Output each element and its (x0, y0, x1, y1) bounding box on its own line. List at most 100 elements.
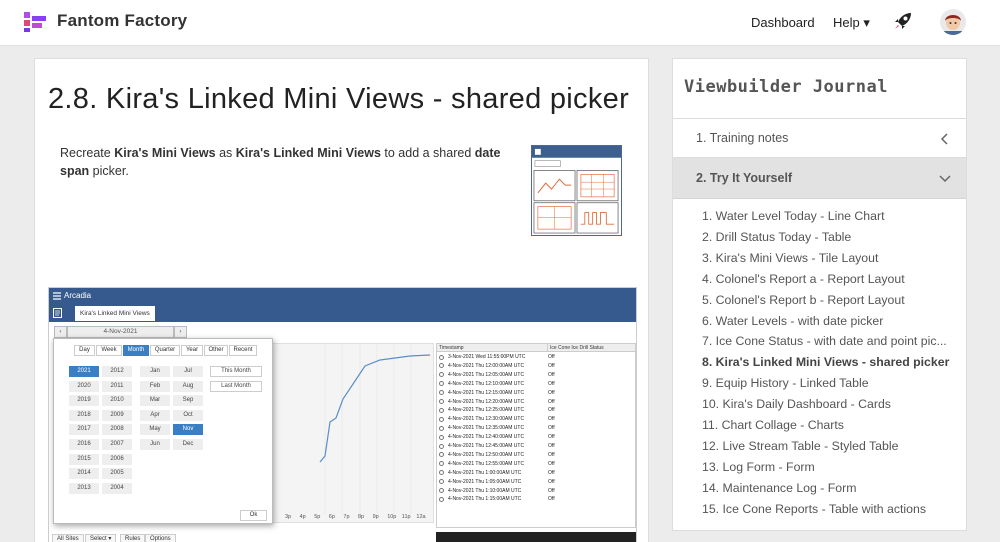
month-option-sep[interactable]: Sep (173, 395, 203, 407)
year-option-2004[interactable]: 2004 (102, 482, 132, 494)
sidebar-item-7[interactable]: 7. Ice Cone Status - with date and point… (702, 334, 964, 354)
view-tab[interactable]: Kira's Linked Mini Views (75, 306, 155, 321)
info-icon[interactable] (439, 470, 444, 476)
quick-pick-this-month[interactable]: This Month (210, 366, 262, 377)
info-icon[interactable] (439, 452, 444, 458)
nav-help-dropdown[interactable]: Help ▾ (833, 15, 870, 31)
month-option-jun[interactable]: Jun (140, 439, 170, 450)
table-row[interactable]: 4-Nov-2021 Thu 12:55:00AM UTC Off (437, 460, 635, 468)
ok-button[interactable]: Ok (240, 510, 267, 521)
menu-icon[interactable] (53, 292, 61, 300)
date-display[interactable]: 4-Nov-2021 (67, 326, 174, 338)
year-option-2014[interactable]: 2014 (69, 468, 99, 480)
info-icon[interactable] (439, 363, 444, 369)
table-row[interactable]: 4-Nov-2021 Thu 1:00:00AM UTC Off (437, 469, 635, 477)
year-option-2013[interactable]: 2013 (69, 482, 99, 494)
picker-tab-week[interactable]: Week (96, 345, 122, 356)
picker-tab-recent[interactable]: Recent (229, 345, 257, 356)
month-option-apr[interactable]: Apr (140, 409, 170, 421)
picker-tab-month[interactable]: Month (123, 345, 149, 356)
info-icon[interactable] (439, 372, 444, 378)
column-header-status[interactable]: Ice Cone Ice Drill Status (547, 344, 635, 352)
year-option-2020[interactable]: 2020 (69, 380, 99, 392)
app-name[interactable]: Arcadia (64, 291, 91, 300)
sidebar-item-5[interactable]: 5. Colonel's Report b - Report Layout (702, 293, 964, 313)
fantom-factory-logo-icon[interactable] (22, 10, 50, 34)
month-option-aug[interactable]: Aug (173, 380, 203, 392)
document-icon[interactable] (53, 308, 62, 318)
month-option-mar[interactable]: Mar (140, 395, 170, 407)
table-row[interactable]: 4-Nov-2021 Thu 12:00:00AM UTC Off (437, 362, 635, 370)
footer-button-2[interactable]: Rules (120, 534, 146, 542)
sidebar-item-1[interactable]: 1. Water Level Today - Line Chart (702, 209, 964, 229)
nav-dashboard-link[interactable]: Dashboard (751, 15, 815, 30)
year-option-2005[interactable]: 2005 (102, 468, 132, 480)
sidebar-item-3[interactable]: 3. Kira's Mini Views - Tile Layout (702, 251, 964, 271)
footer-button-1[interactable]: Select ▾ (85, 534, 117, 542)
brand-name[interactable]: Fantom Factory (57, 11, 187, 31)
year-option-2006[interactable]: 2006 (102, 453, 132, 465)
info-icon[interactable] (439, 425, 444, 431)
info-icon[interactable] (439, 354, 444, 360)
picker-tab-other[interactable]: Other (204, 345, 228, 356)
quick-pick-last-month[interactable]: Last Month (210, 380, 262, 392)
table-row[interactable]: 4-Nov-2021 Thu 12:45:00AM UTC Off (437, 442, 635, 450)
table-row[interactable]: 4-Nov-2021 Thu 12:30:00AM UTC Off (437, 415, 635, 423)
section-try-it-yourself[interactable]: 2. Try It Yourself (673, 158, 966, 199)
year-option-2016[interactable]: 2016 (69, 439, 99, 450)
sidebar-item-14[interactable]: 14. Maintenance Log - Form (702, 481, 964, 501)
table-row[interactable]: 3-Nov-2021 Wed 11:55:00PM UTC Off (437, 353, 635, 361)
info-icon[interactable] (439, 390, 444, 396)
table-row[interactable]: 4-Nov-2021 Thu 1:10:00AM UTC Off (437, 487, 635, 495)
year-option-2017[interactable]: 2017 (69, 424, 99, 436)
table-row[interactable]: 4-Nov-2021 Thu 1:15:00AM UTC Off (437, 495, 635, 503)
info-icon[interactable] (439, 434, 444, 440)
table-row[interactable]: 4-Nov-2021 Thu 12:15:00AM UTC Off (437, 389, 635, 397)
sidebar-item-11[interactable]: 11. Chart Collage - Charts (702, 418, 964, 438)
picker-tab-day[interactable]: Day (74, 345, 95, 356)
year-option-2011[interactable]: 2011 (102, 380, 132, 392)
info-icon[interactable] (439, 479, 444, 485)
sidebar-item-6[interactable]: 6. Water Levels - with date picker (702, 314, 964, 334)
info-icon[interactable] (439, 407, 444, 413)
table-row[interactable]: 4-Nov-2021 Thu 12:25:00AM UTC Off (437, 406, 635, 414)
picker-tab-year[interactable]: Year (181, 345, 203, 356)
user-avatar[interactable] (940, 9, 966, 35)
table-row[interactable]: 4-Nov-2021 Thu 12:20:00AM UTC Off (437, 398, 635, 406)
rocket-icon[interactable] (892, 10, 914, 32)
year-option-2015[interactable]: 2015 (69, 453, 99, 465)
year-option-2018[interactable]: 2018 (69, 409, 99, 421)
info-icon[interactable] (439, 443, 444, 449)
picker-tab-quarter[interactable]: Quarter (150, 345, 180, 356)
year-option-2007[interactable]: 2007 (102, 439, 132, 450)
table-row[interactable]: 4-Nov-2021 Thu 12:50:00AM UTC Off (437, 451, 635, 459)
sidebar-item-8[interactable]: 8. Kira's Linked Mini Views - shared pic… (702, 355, 964, 375)
sidebar-item-13[interactable]: 13. Log Form - Form (702, 460, 964, 480)
info-icon[interactable] (439, 496, 444, 502)
year-option-2019[interactable]: 2019 (69, 395, 99, 407)
info-icon[interactable] (439, 461, 444, 467)
table-row[interactable]: 4-Nov-2021 Thu 12:10:00AM UTC Off (437, 380, 635, 388)
month-option-jan[interactable]: Jan (140, 366, 170, 377)
month-option-feb[interactable]: Feb (140, 380, 170, 392)
footer-button-0[interactable]: All Sites (52, 534, 84, 542)
footer-button-3[interactable]: Options (145, 534, 176, 542)
year-option-2010[interactable]: 2010 (102, 395, 132, 407)
table-row[interactable]: 4-Nov-2021 Thu 12:35:00AM UTC Off (437, 424, 635, 432)
section-training-notes[interactable]: 1. Training notes (673, 118, 966, 158)
year-option-2021[interactable]: 2021 (69, 366, 99, 377)
year-option-2009[interactable]: 2009 (102, 409, 132, 421)
table-row[interactable]: 4-Nov-2021 Thu 12:40:00AM UTC Off (437, 433, 635, 441)
sidebar-item-2[interactable]: 2. Drill Status Today - Table (702, 230, 964, 250)
month-option-may[interactable]: May (140, 424, 170, 436)
table-row[interactable]: 4-Nov-2021 Thu 1:05:00AM UTC Off (437, 478, 635, 486)
month-option-nov[interactable]: Nov (173, 424, 203, 436)
prev-date-button[interactable]: ‹ (54, 326, 67, 338)
sidebar-item-12[interactable]: 12. Live Stream Table - Styled Table (702, 439, 964, 459)
sidebar-item-4[interactable]: 4. Colonel's Report a - Report Layout (702, 272, 964, 292)
month-option-jul[interactable]: Jul (173, 366, 203, 377)
month-option-dec[interactable]: Dec (173, 439, 203, 450)
month-option-oct[interactable]: Oct (173, 409, 203, 421)
year-option-2008[interactable]: 2008 (102, 424, 132, 436)
info-icon[interactable] (439, 488, 444, 493)
